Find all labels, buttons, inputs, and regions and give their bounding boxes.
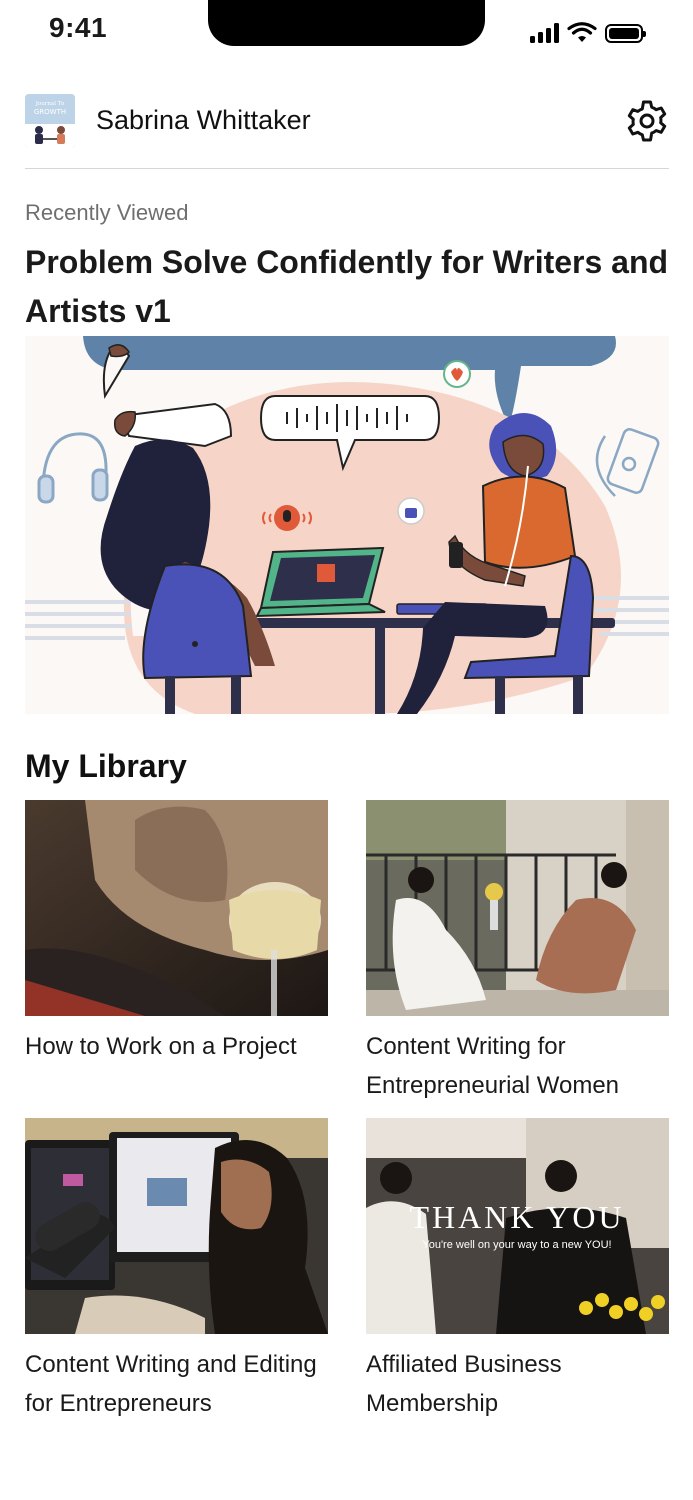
library-item-content-writing-and-editing[interactable]: Content Writing and Editing for Entrepre… [25, 1118, 328, 1423]
avatar-text-top: Journal To [35, 101, 65, 107]
user-name: Sabrina Whittaker [96, 105, 311, 135]
device-notch [208, 0, 485, 46]
thank-you-subtext: You're well on your way to a new YOU! [422, 1239, 611, 1251]
library-item-content-writing-for-entrepreneurial-women[interactable]: Content Writing for Entrepreneurial Wome… [366, 800, 669, 1105]
recently-viewed-title[interactable]: Problem Solve Confidently for Writers an… [25, 238, 675, 336]
header-divider [25, 168, 669, 169]
status-bar: 9:41 [0, 0, 693, 60]
battery-icon [605, 23, 646, 43]
library-item-thumbnail[interactable] [25, 800, 328, 1016]
thank-you-text: THANK YOU [409, 1199, 624, 1235]
library-item-title: Content Writing and Editing for Entrepre… [25, 1351, 317, 1417]
recently-viewed-illustration[interactable] [25, 336, 669, 714]
profile-header: Journal To GROWTH Sabrina Whittaker [25, 94, 669, 150]
library-item-thumbnail[interactable]: THANK YOU You're well on your way to a n… [366, 1118, 669, 1334]
gear-icon[interactable] [625, 99, 669, 143]
status-icons [530, 22, 646, 44]
library-item-affiliated-business-membership[interactable]: THANK YOU You're well on your way to a n… [366, 1118, 669, 1423]
library-item-thumbnail[interactable] [366, 800, 669, 1016]
library-item-title: Content Writing for Entrepreneurial Wome… [366, 1033, 620, 1099]
status-time: 9:41 [49, 12, 108, 43]
library-item-how-to-work-on-a-project[interactable]: How to Work on a Project [25, 800, 328, 1066]
library-item-title: Affiliated Business Membership [366, 1351, 562, 1417]
avatar[interactable]: Journal To GROWTH [25, 94, 75, 148]
cellular-signal-icon [530, 23, 559, 43]
my-library-heading: My Library [25, 748, 187, 784]
wifi-icon [567, 22, 597, 42]
library-item-title: How to Work on a Project [25, 1033, 297, 1060]
recently-viewed-label: Recently Viewed [25, 200, 189, 225]
library-item-thumbnail[interactable] [25, 1118, 328, 1334]
avatar-text-brand: GROWTH [34, 108, 66, 116]
